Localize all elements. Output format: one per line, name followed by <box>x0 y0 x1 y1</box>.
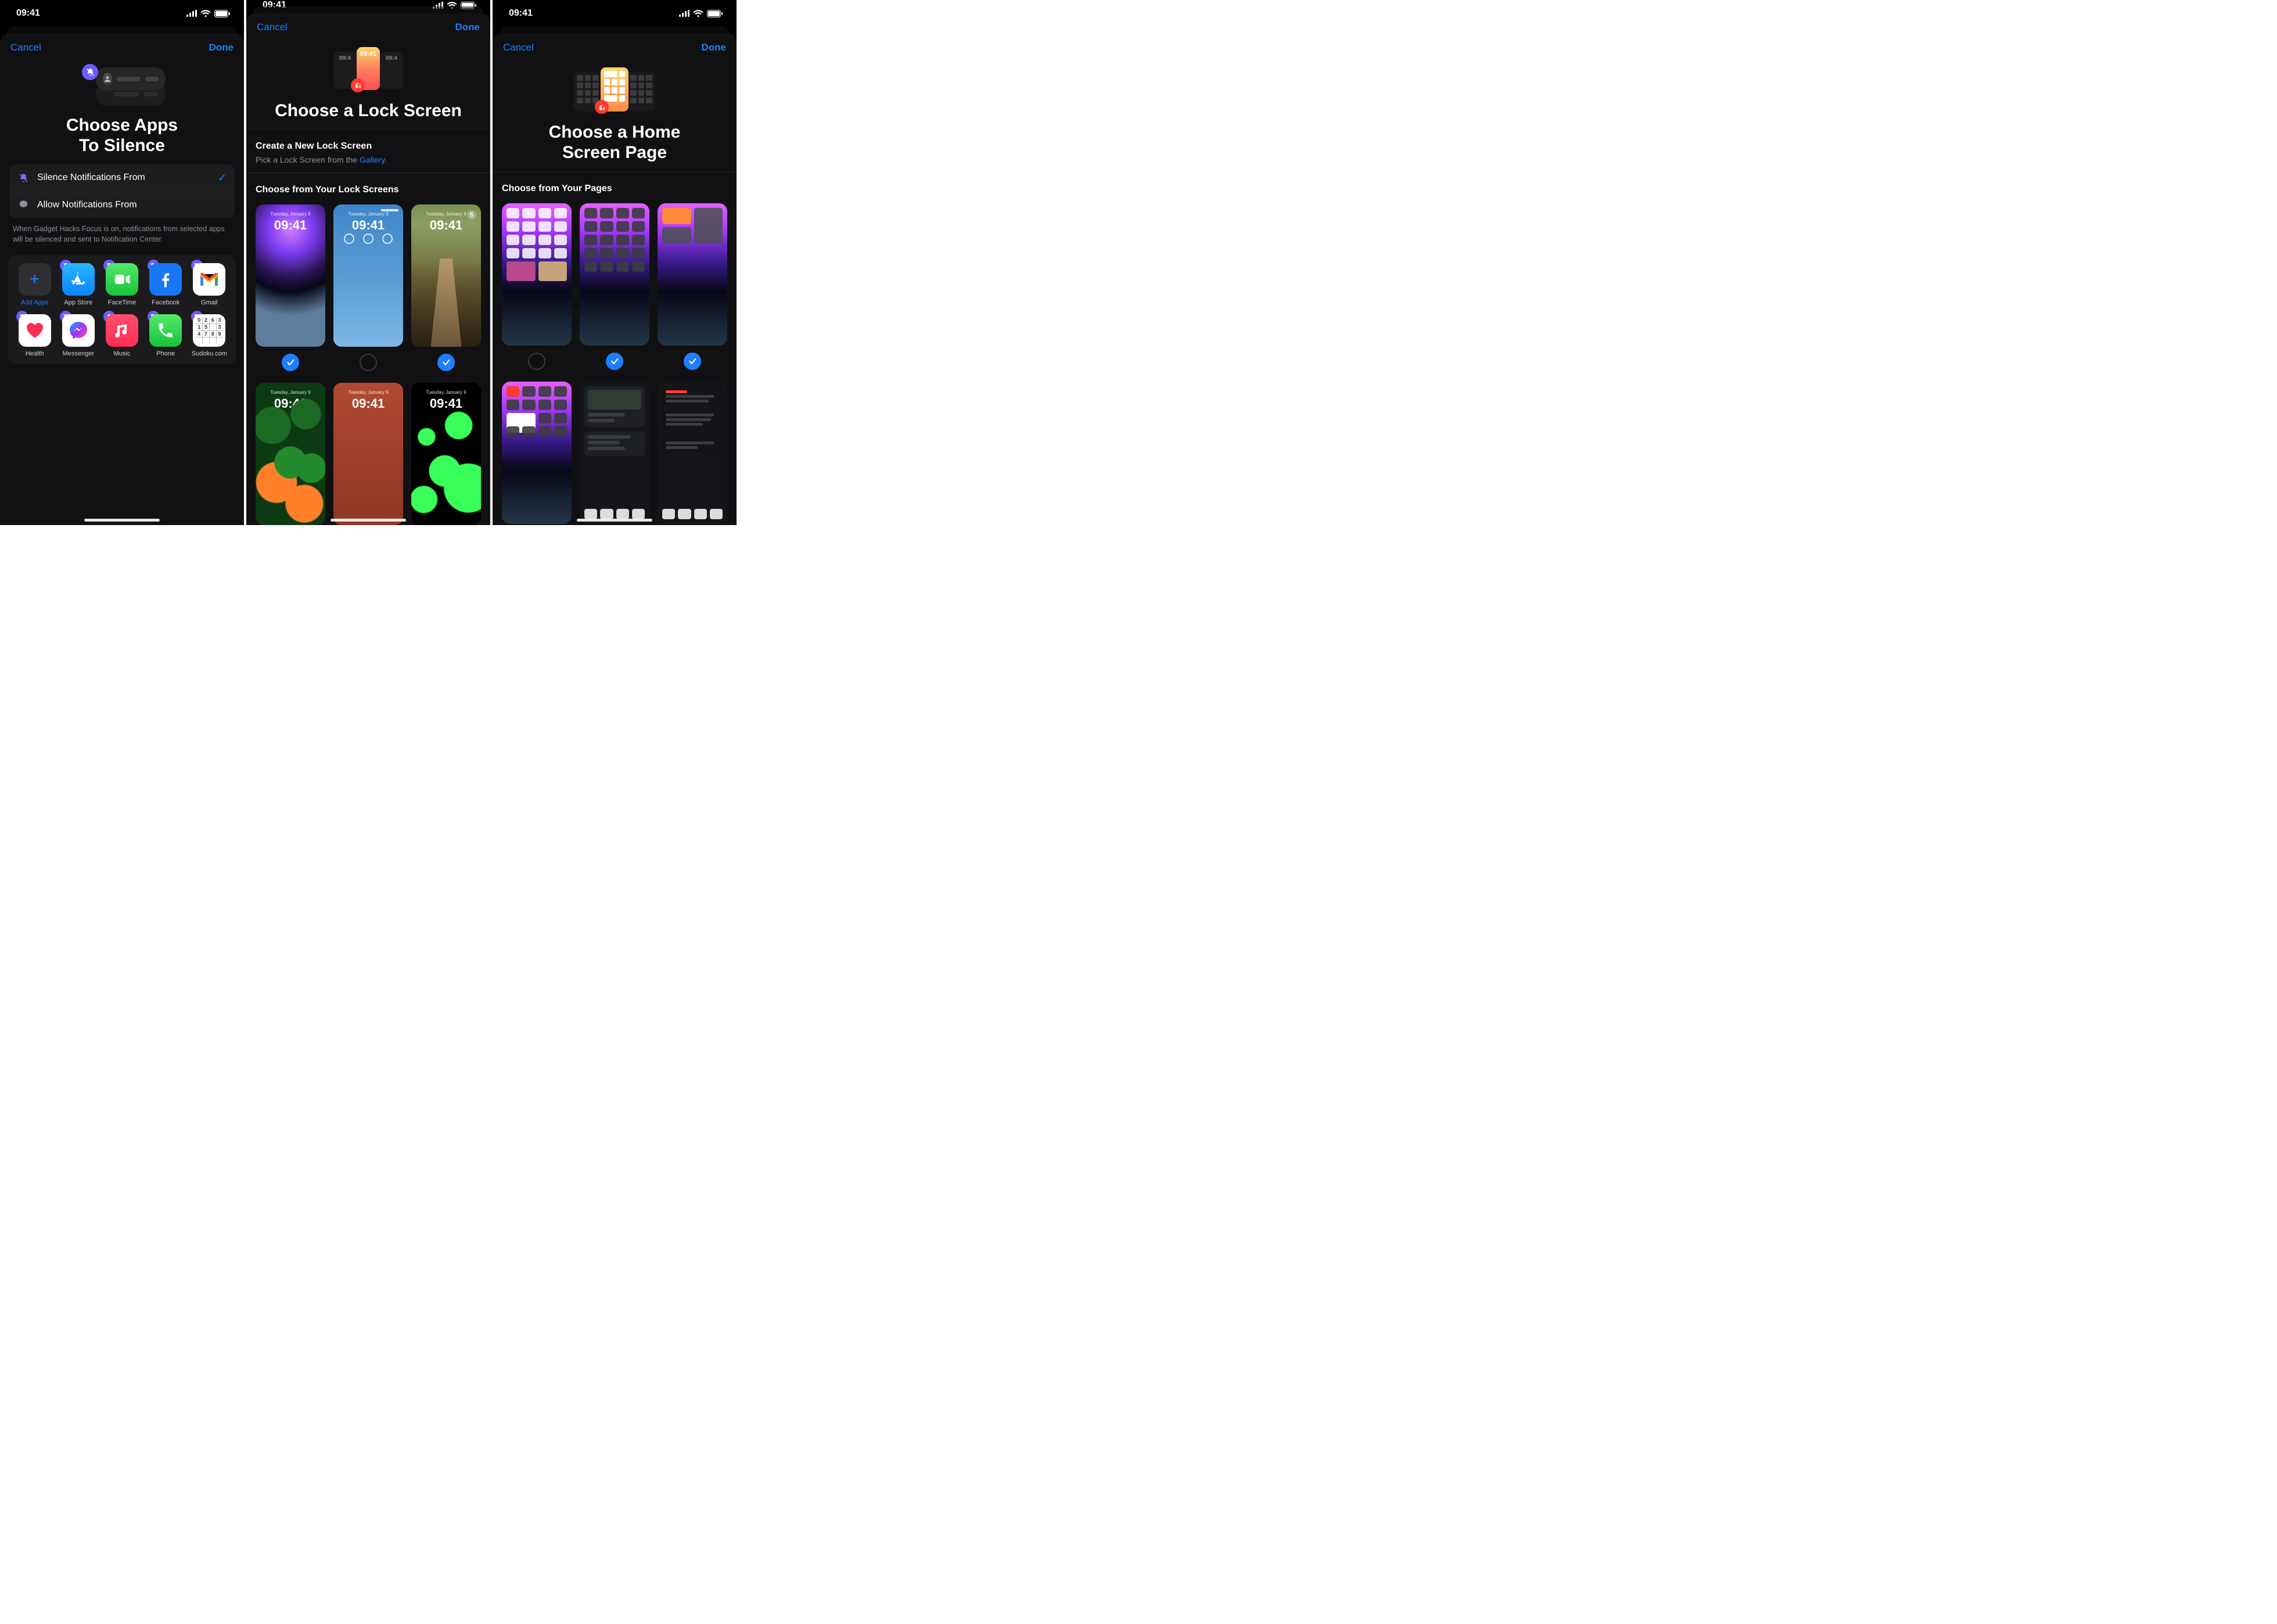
sheet: Cancel Done Choose AppsTo Silence Silenc… <box>0 34 244 525</box>
app-sudoku[interactable]: 02631534789 Sudoku.com <box>188 314 231 357</box>
home-indicator[interactable] <box>331 519 406 522</box>
phone-2: 09:41 Cancel Done 09:4 09:4 09:41 Choose… <box>246 0 490 525</box>
phone-3: 09:41 Cancel Done Choose a HomeScreen Pa… <box>493 0 737 525</box>
hero-illustration <box>0 67 244 106</box>
home-pages-grid-2 <box>493 376 737 524</box>
sheet: Cancel Done 09:4 09:4 09:41 Choose a Loc… <box>246 13 490 525</box>
lockscreen-purple[interactable]: Tuesday, January 909:41 <box>256 204 325 347</box>
facetime-icon <box>106 263 138 296</box>
hero-illustration <box>493 67 737 113</box>
homepage-2[interactable] <box>580 203 649 346</box>
homepage-select-row-1 <box>493 346 737 372</box>
select-lockscreen-3[interactable] <box>437 354 455 371</box>
shazam-icon: S <box>467 210 476 220</box>
app-facebook[interactable]: Facebook <box>144 263 188 306</box>
health-icon <box>19 314 51 347</box>
option-silence-from[interactable]: Silence Notifications From ✓ <box>9 164 235 192</box>
battery-icon <box>707 10 723 17</box>
mode-hint: When Gadget Hacks Focus is on, notificat… <box>0 218 244 247</box>
option-allow-from[interactable]: Allow Notifications From <box>9 192 235 218</box>
lockscreen-rust[interactable]: Tuesday, January 909:41 <box>333 383 403 525</box>
select-homepage-3[interactable] <box>684 353 701 370</box>
music-icon <box>106 314 138 347</box>
headphones-icon <box>351 78 365 92</box>
add-apps-button[interactable]: + Add Apps <box>13 263 56 306</box>
done-button[interactable]: Done <box>455 21 480 33</box>
homepage-1[interactable] <box>502 203 572 346</box>
sheet: Cancel Done Choose a HomeScreen Page Cho… <box>493 34 737 525</box>
lockscreen-dots[interactable]: Tuesday, January 909:41 <box>411 383 481 525</box>
lockscreen-blue[interactable]: Tuesday, January 909:41 <box>333 204 403 347</box>
lockscreen-clownfish[interactable]: Tuesday, January 909:41 <box>256 383 325 525</box>
cancel-button[interactable]: Cancel <box>10 42 41 53</box>
lockscreen-forest[interactable]: Tuesday, January 909:41S <box>411 204 481 347</box>
status-bar: 09:41 <box>0 0 244 27</box>
facebook-icon <box>149 263 182 296</box>
wifi-icon <box>200 10 211 17</box>
nav-bar: Cancel Done <box>246 13 490 37</box>
plus-icon: + <box>19 263 51 296</box>
notification-mode-list: Silence Notifications From ✓ Allow Notif… <box>9 164 235 218</box>
apps-panel: + Add Apps App Store FaceTime Facebook <box>8 255 236 364</box>
create-new-sub: Pick a Lock Screen from the Gallery. <box>246 155 490 173</box>
gallery-link[interactable]: Gallery <box>360 155 385 164</box>
app-music[interactable]: Music <box>100 314 143 357</box>
app-facetime[interactable]: FaceTime <box>100 263 143 306</box>
select-homepage-1[interactable] <box>528 353 545 370</box>
create-new-label[interactable]: Create a New Lock Screen <box>246 130 490 155</box>
homepage-5[interactable] <box>580 382 649 524</box>
cancel-button[interactable]: Cancel <box>257 21 288 33</box>
status-time: 09:41 <box>16 8 40 19</box>
nav-bar: Cancel Done <box>0 34 244 57</box>
status-icons <box>679 10 723 17</box>
nav-bar: Cancel Done <box>493 34 737 57</box>
phone-icon <box>149 314 182 347</box>
cellular-icon <box>679 10 689 17</box>
done-button[interactable]: Done <box>209 42 234 53</box>
select-homepage-2[interactable] <box>606 353 623 370</box>
choose-label: Choose from Your Pages <box>493 172 737 197</box>
headphones-icon <box>595 100 609 114</box>
home-indicator[interactable] <box>577 519 652 522</box>
app-gmail[interactable]: Gmail <box>188 263 231 306</box>
choose-label: Choose from Your Lock Screens <box>246 173 490 199</box>
option-label: Silence Notifications From <box>37 173 145 183</box>
cellular-icon <box>186 10 197 17</box>
page-title: Choose a HomeScreen Page <box>493 122 737 163</box>
homepage-6[interactable] <box>658 382 727 524</box>
status-time: 09:41 <box>509 8 533 19</box>
app-messenger[interactable]: Messenger <box>56 314 100 357</box>
bell-slash-small-icon <box>17 173 29 183</box>
sudoku-icon: 02631534789 <box>193 314 225 347</box>
badge-icon <box>17 200 29 210</box>
homepage-3[interactable] <box>658 203 727 346</box>
status-bar: 09:41 <box>493 0 737 27</box>
page-title: Choose AppsTo Silence <box>0 115 244 156</box>
lock-screens-grid-2: Tuesday, January 909:41 Tuesday, January… <box>246 377 490 525</box>
select-lockscreen-2[interactable] <box>360 354 377 371</box>
done-button[interactable]: Done <box>702 42 727 53</box>
battery-icon <box>214 10 230 17</box>
hero-illustration: 09:4 09:4 09:41 <box>246 47 490 91</box>
homepage-4[interactable] <box>502 382 572 524</box>
messenger-icon <box>62 314 95 347</box>
lock-screens-grid: Tuesday, January 909:41 Tuesday, January… <box>246 199 490 347</box>
home-pages-grid <box>493 197 737 346</box>
app-appstore[interactable]: App Store <box>56 263 100 306</box>
checkmark-icon: ✓ <box>218 172 227 184</box>
option-label: Allow Notifications From <box>37 200 137 210</box>
lockscreen-select-row-1 <box>246 347 490 373</box>
app-phone[interactable]: Phone <box>144 314 188 357</box>
page-title: Choose a Lock Screen <box>246 100 490 121</box>
appstore-icon <box>62 263 95 296</box>
app-health[interactable]: Health <box>13 314 56 357</box>
phone-1: 09:41 Cancel Done Choose AppsTo Silence <box>0 0 244 525</box>
home-indicator[interactable] <box>84 519 160 522</box>
gmail-icon <box>193 263 225 296</box>
select-lockscreen-1[interactable] <box>282 354 299 371</box>
wifi-icon <box>693 10 703 17</box>
cancel-button[interactable]: Cancel <box>503 42 534 53</box>
status-icons <box>186 10 230 17</box>
bell-slash-icon <box>82 64 98 80</box>
